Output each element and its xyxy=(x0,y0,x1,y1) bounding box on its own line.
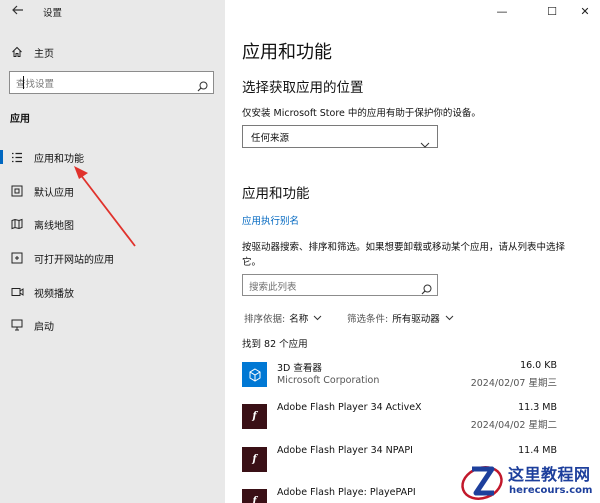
watermark-logo-icon xyxy=(461,466,503,500)
home-icon xyxy=(10,46,24,58)
apps-search-input[interactable] xyxy=(243,277,413,298)
app-list-item[interactable]: f Adobe Flash Player 34 ActiveX 11.3 MB … xyxy=(242,401,582,441)
source-heading: 选择获取应用的位置 xyxy=(242,80,364,96)
app-name: 3D 查看器 xyxy=(277,363,322,374)
flash-icon: f xyxy=(242,404,267,429)
main-content: — ☐ ✕ 应用和功能 选择获取应用的位置 仅安装 Microsoft Stor… xyxy=(225,0,600,503)
filter-label: 筛选条件: xyxy=(347,314,389,325)
app-source-value: 任何来源 xyxy=(251,133,290,144)
app-size: 11.3 MB xyxy=(518,402,557,413)
sidebar-item-label: 应用和功能 xyxy=(34,153,84,165)
minimize-button[interactable]: — xyxy=(487,2,517,22)
search-icon[interactable] xyxy=(421,280,432,299)
sort-value: 名称 xyxy=(289,314,309,325)
app-name: Adobe Flash Player 34 NPAPI xyxy=(277,445,413,456)
app-list-item[interactable]: 3D 查看器 Microsoft Corporation 16.0 KB 202… xyxy=(242,359,582,399)
sidebar-item-apps-for-websites[interactable]: 可打开网站的应用 xyxy=(0,245,225,271)
map-icon xyxy=(10,218,24,230)
chevron-down-icon xyxy=(445,315,454,321)
sidebar-item-video-playback[interactable]: 视频播放 xyxy=(0,279,225,305)
apps-heading: 应用和功能 xyxy=(242,186,310,202)
sidebar-item-default-apps[interactable]: 默认应用 xyxy=(0,178,225,204)
app-date: 2024/04/02 星期二 xyxy=(470,420,557,431)
sort-dropdown[interactable]: 排序依据: 名称 xyxy=(244,311,322,325)
sidebar-item-apps-features[interactable]: 应用和功能 xyxy=(0,144,225,170)
default-apps-icon xyxy=(10,185,24,197)
watermark: 这里教程网 herecours.com xyxy=(456,458,600,503)
settings-search-input[interactable] xyxy=(10,74,190,95)
watermark-title: 这里教程网 xyxy=(508,465,591,484)
sidebar: 设置 主页 应用 应用和功能 默认应用 离线地图 xyxy=(0,0,225,503)
filter-value: 所有驱动器 xyxy=(392,314,440,325)
search-icon[interactable] xyxy=(197,77,208,96)
page-title: 应用和功能 xyxy=(242,42,332,63)
startup-icon xyxy=(10,319,24,331)
section-heading-apps: 应用 xyxy=(10,114,30,125)
sidebar-item-offline-maps[interactable]: 离线地图 xyxy=(0,211,225,237)
app-count: 找到 82 个应用 xyxy=(242,339,308,350)
cube-icon xyxy=(242,362,267,387)
apps-description: 按驱动器搜索、排序和筛选。如果想要卸载或移动某个应用，请从列表中选择它。 xyxy=(242,242,566,268)
sidebar-item-startup[interactable]: 启动 xyxy=(0,312,225,338)
app-name: Adobe Flash Playe: PlayePAPI xyxy=(277,487,416,498)
apps-search-box[interactable] xyxy=(242,274,438,299)
titlebar-left: 设置 xyxy=(0,0,225,26)
app-publisher: Microsoft Corporation xyxy=(277,375,380,386)
filter-dropdown[interactable]: 筛选条件: 所有驱动器 xyxy=(347,311,454,325)
chevron-down-icon xyxy=(313,315,322,321)
nav-home[interactable]: 主页 xyxy=(10,44,54,60)
chevron-down-icon xyxy=(420,133,430,152)
app-date: 2024/02/07 星期三 xyxy=(470,378,557,389)
app-size: 11.4 MB xyxy=(518,445,557,456)
sidebar-item-label: 视频播放 xyxy=(34,288,74,300)
open-with-icon xyxy=(10,252,24,264)
watermark-url: herecours.com xyxy=(509,485,593,496)
list-icon xyxy=(10,152,24,163)
app-source-dropdown[interactable]: 任何来源 xyxy=(242,125,438,148)
flash-icon: f xyxy=(242,489,267,503)
flash-icon: f xyxy=(242,447,267,472)
app-name: Adobe Flash Player 34 ActiveX xyxy=(277,402,422,413)
text-caret xyxy=(23,76,24,89)
app-execution-alias-link[interactable]: 应用执行别名 xyxy=(242,213,299,227)
settings-search-box[interactable] xyxy=(9,71,214,96)
back-button[interactable] xyxy=(8,3,28,21)
video-icon xyxy=(10,287,24,297)
close-button[interactable]: ✕ xyxy=(570,2,600,22)
sidebar-item-label: 启动 xyxy=(34,321,54,333)
sidebar-item-label: 默认应用 xyxy=(34,187,74,199)
back-arrow-icon xyxy=(12,5,23,15)
sidebar-item-label: 可打开网站的应用 xyxy=(34,254,114,266)
source-description: 仅安装 Microsoft Store 中的应用有助于保护你的设备。 xyxy=(242,108,481,119)
app-title: 设置 xyxy=(43,8,63,19)
app-size: 16.0 KB xyxy=(520,360,557,371)
sidebar-item-label: 离线地图 xyxy=(34,220,74,232)
sort-label: 排序依据: xyxy=(244,314,286,325)
nav-home-label: 主页 xyxy=(34,48,54,60)
maximize-button[interactable]: ☐ xyxy=(537,2,567,22)
